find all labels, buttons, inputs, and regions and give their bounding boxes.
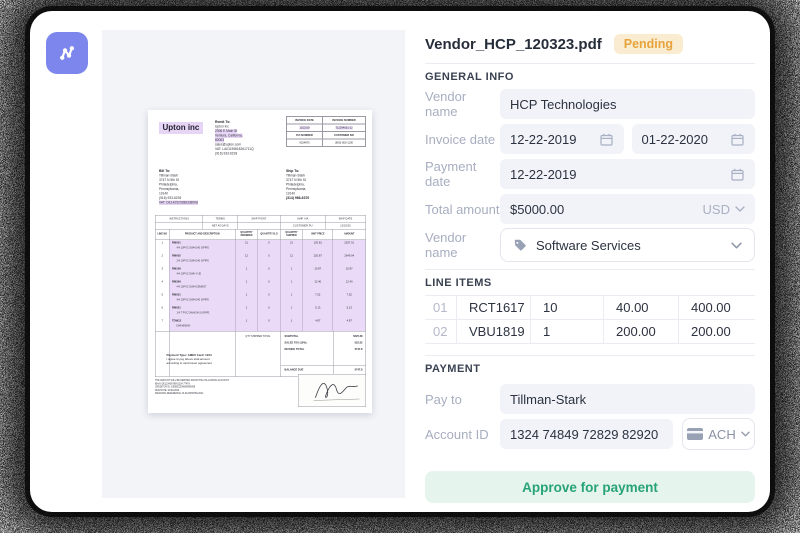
line-item-row: 02 VBU1819 1 200.00 200.00: [425, 320, 755, 344]
field-account-id: Account ID 1324 74849 72829 82920 ACH: [425, 418, 755, 450]
invoice-line-row: 3 RM109 4/4 10PVC DWH YUE 1 0 1 10.87: [156, 266, 366, 279]
invoice-line-row: 6 RM021 1/4 T PVC DWH/240 10/PIPE 1 0 1 …: [156, 305, 366, 318]
invoice-content: Upton inc Remit To: Upton Inc 2306 E Mai…: [148, 110, 372, 413]
invoice-info-table: INVOICE DATE INVOICE NUMBER 12/22/19 712…: [286, 116, 366, 147]
line-item-quantity: 1: [531, 320, 604, 343]
app-logo: [46, 32, 88, 74]
total-amount-input[interactable]: $5000.00 USD: [500, 194, 755, 224]
field-vendor-category: Vendor name Software Services: [425, 228, 755, 262]
line-item-amount: 200.00: [679, 320, 755, 343]
due-date-input[interactable]: 01-22-2020: [632, 124, 756, 154]
chevron-down-icon: [735, 206, 745, 212]
credit-card-icon: [687, 428, 703, 440]
invoice-page: Upton inc Remit To: Upton Inc 2306 E Mai…: [148, 110, 372, 413]
line-item-quantity: 10: [531, 296, 604, 319]
section-line-items: LINE ITEMS: [425, 277, 755, 289]
invoice-line-rows: 1 RM001 4/4 10PVC DWH/240 S/PIPE 21 0 21…: [156, 240, 366, 331]
invoice-line-row: 7 TDW12 DWH/BDNN 1 0 1 4.87 4.87: [156, 318, 366, 331]
invoice-date-input[interactable]: 12-22-2019: [500, 124, 624, 154]
pay-to-label: Pay to: [425, 392, 500, 407]
line-item-code: VBU1819: [457, 320, 531, 343]
line-item-unit-price: 40.00: [604, 296, 679, 319]
invoice-line-row: 2 RM002 2/4 10PVC DWH/240 S/PIPE 12 0 12…: [156, 253, 366, 266]
calendar-icon[interactable]: [730, 132, 745, 147]
divider: [425, 269, 755, 270]
extraction-panel: Vendor_HCP_120323.pdf Pending GENERAL IN…: [425, 33, 755, 503]
invoice-items-table: INSTRUCTIONS TERMS SHIP POINT SHIP VIA S…: [155, 215, 366, 377]
vendor-name-input[interactable]: HCP Technologies: [500, 89, 755, 119]
invoice-line-row: 5 RM021 4/4 10PVC DWH/240 S/PIPE 1 0 1 7…: [156, 292, 366, 305]
file-title: Vendor_HCP_120323.pdf: [425, 36, 602, 53]
field-vendor-name: Vendor name HCP Technologies: [425, 89, 755, 119]
line-item-amount: 400.00: [679, 296, 755, 319]
invoice-company-logo: Upton inc: [159, 122, 203, 134]
nanonets-logo-icon: [54, 40, 80, 66]
invoice-date-label: Invoice date: [425, 132, 500, 147]
total-amount-label: Total amount: [425, 202, 500, 217]
field-payment-date: Payment date 12-22-2019: [425, 159, 755, 189]
line-items-table: 01 RCT1617 10 40.00 400.00 02 VBU1819 1 …: [425, 295, 755, 344]
line-item-index: 01: [425, 296, 457, 319]
calendar-icon[interactable]: [599, 132, 614, 147]
account-id-input[interactable]: 1324 74849 72829 82920: [500, 419, 673, 449]
vendor-category-label: Vendor name: [425, 230, 500, 260]
vendor-name-label: Vendor name: [425, 89, 500, 119]
invoice-bill-to: Bill To: Tillman-Stark 3747 N 5th St Phi…: [159, 169, 228, 205]
section-general-info: GENERAL INFO: [425, 71, 755, 83]
tag-icon: [513, 238, 527, 252]
field-pay-to: Pay to Tillman-Stark: [425, 384, 755, 414]
chevron-down-icon: [731, 242, 742, 249]
field-invoice-date: Invoice date 12-22-2019 01-22-2020: [425, 124, 755, 154]
payment-date-label: Payment date: [425, 159, 500, 189]
invoice-remit-to: Remit To: Upton Inc 2306 E Main St Ventu…: [215, 120, 284, 156]
divider: [425, 63, 755, 64]
screen: Upton inc Remit To: Upton Inc 2306 E Mai…: [0, 0, 800, 533]
approve-for-payment-button[interactable]: Approve for payment: [425, 471, 755, 503]
document-preview-panel: Upton inc Remit To: Upton Inc 2306 E Mai…: [102, 30, 405, 498]
payment-method-select[interactable]: ACH: [682, 418, 755, 450]
calendar-icon[interactable]: [730, 167, 745, 182]
invoice-fine-print: THE AMOUNT WILL BE DEBITED FROM THE FOLL…: [155, 379, 290, 395]
app-card: Upton inc Remit To: Upton Inc 2306 E Mai…: [30, 11, 770, 512]
invoice-ship-to: Ship To: Tillman-Stark 3747 N 5th St Phi…: [286, 169, 355, 201]
chevron-down-icon: [741, 431, 750, 437]
field-total-amount: Total amount $5000.00 USD: [425, 194, 755, 224]
pay-to-input[interactable]: Tillman-Stark: [500, 384, 755, 414]
line-item-index: 02: [425, 320, 457, 343]
line-item-unit-price: 200.00: [604, 320, 679, 343]
invoice-signature-box: [298, 374, 366, 407]
line-item-code: RCT1617: [457, 296, 531, 319]
divider: [425, 355, 755, 356]
document-header: Vendor_HCP_120323.pdf Pending: [425, 33, 755, 55]
invoice-line-row: 1 RM001 4/4 10PVC DWH/240 S/PIPE 21 0 21…: [156, 240, 366, 253]
invoice-line-row: 4 RM309 4/4 10PVC DWH/CEMENT 1 0 1 12.40: [156, 279, 366, 292]
invoice-totals: QTY SHIPPED TOTAL SUBTOTAL 5225.28 SALES…: [156, 331, 366, 377]
status-badge: Pending: [614, 34, 683, 54]
vendor-category-select[interactable]: Software Services: [500, 228, 755, 262]
section-payment: PAYMENT: [425, 363, 755, 375]
invoice-payment-note: Payment Type: AMEX Card: 1234 I agree to…: [167, 354, 232, 366]
currency-select[interactable]: USD: [703, 202, 745, 217]
signature-icon: [299, 375, 366, 407]
account-id-label: Account ID: [425, 427, 500, 442]
payment-date-input[interactable]: 12-22-2019: [500, 159, 755, 189]
line-item-row: 01 RCT1617 10 40.00 400.00: [425, 296, 755, 320]
